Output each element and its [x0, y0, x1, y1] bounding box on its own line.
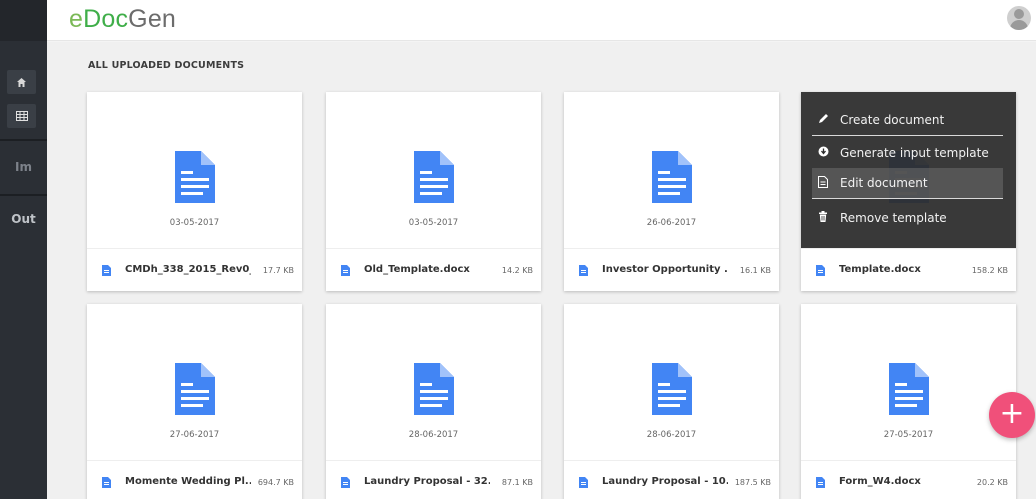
file-icon: [579, 477, 588, 488]
document-thumbnail[interactable]: 27-05-2017: [801, 304, 1016, 460]
document-date: 28-06-2017: [646, 430, 697, 440]
card-footer: Form_W4.docx 20.2 KB: [801, 460, 1016, 499]
generate-input-template-label: Generate input template: [840, 145, 989, 160]
sidebar-top: [0, 0, 47, 41]
document-thumbnail[interactable]: 03-05-2017: [326, 92, 541, 248]
pencil-icon: [816, 113, 830, 127]
home-icon[interactable]: [7, 70, 36, 94]
document-size: 87.1 KB: [501, 478, 533, 487]
document-name: Old_Template.docx: [364, 264, 470, 275]
document-thumbnail[interactable]: 27-06-2017: [87, 304, 302, 460]
edit-document-label: Edit document: [840, 176, 928, 190]
sidebar-item-out[interactable]: Out: [0, 212, 47, 226]
avatar-head: [1014, 9, 1024, 19]
document-size: 17.7 KB: [262, 266, 294, 275]
avatar-body: [1010, 20, 1028, 30]
document-card[interactable]: 28-06-2017 Laundry Proposal - 10... 187.…: [564, 304, 779, 499]
document-card[interactable]: Create document Generate input template …: [801, 92, 1016, 291]
file-icon: [579, 265, 588, 276]
document-date: 27-05-2017: [883, 430, 934, 440]
card-footer: CMDh_338_2015_Rev0_... 17.7 KB: [87, 248, 302, 291]
trash-icon: [816, 210, 830, 225]
card-footer: Laundry Proposal - 32... 87.1 KB: [326, 460, 541, 499]
logo-gen: Gen: [128, 5, 177, 33]
edit-document-button[interactable]: Edit document: [812, 168, 1003, 199]
download-circle-icon: [816, 146, 830, 160]
document-card[interactable]: 27-05-2017 Form_W4.docx 20.2 KB: [801, 304, 1016, 499]
document-size: 16.1 KB: [739, 266, 771, 275]
sidebar: Im Out: [0, 0, 47, 499]
document-size: 187.5 KB: [734, 478, 771, 487]
document-name: Form_W4.docx: [839, 476, 921, 487]
sidebar-divider: [0, 139, 47, 141]
document-thumbnail[interactable]: Create document Generate input template …: [801, 92, 1016, 248]
app-logo[interactable]: eDocGen: [69, 5, 176, 34]
document-date: 27-06-2017: [169, 430, 220, 440]
plus-icon: +: [999, 396, 1025, 431]
main-content: ALL UPLOADED DOCUMENTS 03-05-2017 CMDh_3…: [47, 42, 1036, 499]
document-date: 03-05-2017: [408, 218, 459, 228]
document-icon: [175, 363, 215, 415]
document-icon: [889, 363, 929, 415]
grid-icon[interactable]: [7, 104, 36, 128]
section-title: ALL UPLOADED DOCUMENTS: [88, 60, 245, 71]
document-name: Laundry Proposal - 10...: [602, 476, 728, 487]
avatar[interactable]: [1007, 6, 1031, 30]
file-icon: [102, 265, 111, 276]
file-icon: [102, 477, 111, 488]
document-name: Momente Wedding Pl...: [125, 476, 251, 487]
create-document-label: Create document: [840, 113, 945, 127]
sidebar-divider: [0, 194, 47, 196]
create-document-button[interactable]: Create document: [812, 105, 1003, 136]
file-icon: [341, 265, 350, 276]
document-actions-menu: Create document Generate input template …: [801, 92, 1016, 248]
file-icon: [341, 477, 350, 488]
sidebar-item-im[interactable]: Im: [0, 160, 47, 174]
document-name: Template.docx: [839, 264, 921, 275]
file-icon: [816, 265, 825, 276]
document-name: Investor Opportunity ...: [602, 264, 728, 275]
document-date: 03-05-2017: [169, 218, 220, 228]
document-size: 694.7 KB: [257, 478, 294, 487]
document-card[interactable]: 03-05-2017 Old_Template.docx 14.2 KB: [326, 92, 541, 291]
header: eDocGen: [47, 0, 1036, 41]
document-thumbnail[interactable]: 28-06-2017: [326, 304, 541, 460]
document-icon: [652, 151, 692, 203]
document-name: Laundry Proposal - 32...: [364, 476, 490, 487]
document-date: 28-06-2017: [408, 430, 459, 440]
remove-template-button[interactable]: Remove template: [812, 202, 1003, 233]
document-thumbnail[interactable]: 26-06-2017: [564, 92, 779, 248]
file-edit-icon: [816, 175, 830, 191]
file-icon: [816, 477, 825, 488]
document-date: 26-06-2017: [646, 218, 697, 228]
document-icon: [652, 363, 692, 415]
document-thumbnail[interactable]: 03-05-2017: [87, 92, 302, 248]
document-thumbnail[interactable]: 28-06-2017: [564, 304, 779, 460]
document-card[interactable]: 28-06-2017 Laundry Proposal - 32... 87.1…: [326, 304, 541, 499]
card-footer: Momente Wedding Pl... 694.7 KB: [87, 460, 302, 499]
generate-input-template-button[interactable]: Generate input template: [812, 137, 1003, 168]
document-card[interactable]: 26-06-2017 Investor Opportunity ... 16.1…: [564, 92, 779, 291]
card-footer: Template.docx 158.2 KB: [801, 248, 1016, 291]
logo-doc: Doc: [83, 5, 129, 33]
document-card[interactable]: 27-06-2017 Momente Wedding Pl... 694.7 K…: [87, 304, 302, 499]
document-icon: [414, 151, 454, 203]
document-icon: [175, 151, 215, 203]
document-size: 14.2 KB: [501, 266, 533, 275]
card-footer: Laundry Proposal - 10... 187.5 KB: [564, 460, 779, 499]
document-card[interactable]: 03-05-2017 CMDh_338_2015_Rev0_... 17.7 K…: [87, 92, 302, 291]
card-footer: Investor Opportunity ... 16.1 KB: [564, 248, 779, 291]
logo-e: e: [69, 5, 84, 33]
document-name: CMDh_338_2015_Rev0_...: [125, 264, 251, 275]
add-document-button[interactable]: +: [989, 392, 1035, 438]
document-size: 158.2 KB: [971, 266, 1008, 275]
document-size: 20.2 KB: [976, 478, 1008, 487]
remove-template-label: Remove template: [840, 210, 947, 225]
card-footer: Old_Template.docx 14.2 KB: [326, 248, 541, 291]
document-icon: [414, 363, 454, 415]
